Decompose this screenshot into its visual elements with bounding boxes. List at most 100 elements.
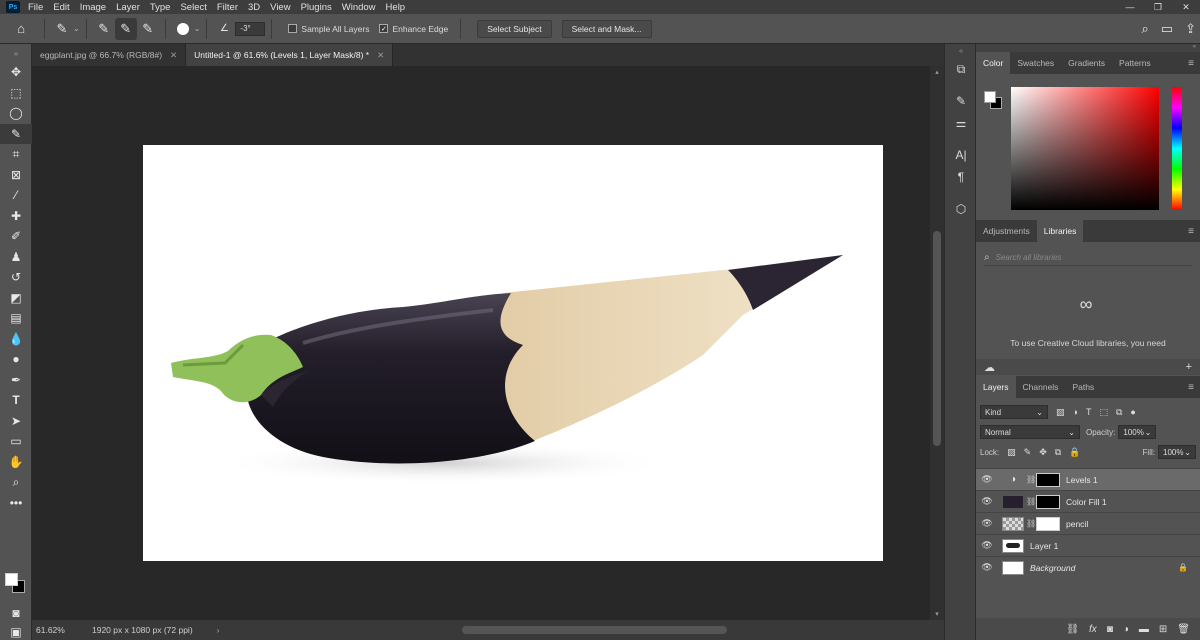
menu-image[interactable]: Image [80, 2, 106, 13]
edit-toolbar-icon[interactable]: ••• [0, 493, 32, 514]
smart-object-filter-icon[interactable]: ⧉ [1116, 407, 1122, 418]
tab-swatches[interactable]: Swatches [1010, 52, 1061, 74]
panel-menu-icon[interactable]: ≡ [1188, 220, 1200, 242]
3d-panel-icon[interactable]: ⬡ [945, 198, 977, 220]
sample-all-layers-checkbox[interactable]: Sample All Layers [288, 24, 369, 34]
lock-image-icon[interactable]: ✎ [1024, 447, 1032, 458]
vertical-scroll-thumb[interactable] [933, 231, 941, 446]
link-layers-icon[interactable]: ⛓ [1066, 624, 1079, 635]
eye-icon[interactable]: 👁 [976, 518, 998, 529]
chevron-right-icon[interactable]: › [217, 625, 220, 635]
tab-paths[interactable]: Paths [1065, 376, 1101, 398]
eye-icon[interactable]: 👁 [976, 496, 998, 507]
add-to-selection-icon[interactable]: ✎ [114, 17, 137, 40]
layer-mask-thumb[interactable] [1036, 494, 1060, 509]
new-adjustment-layer-icon[interactable]: ◑ [1123, 624, 1129, 635]
chevron-down-icon[interactable]: ⌄ [73, 24, 80, 33]
restore-icon[interactable]: ❐ [1144, 0, 1172, 14]
kind-filter-select[interactable]: Kind ⌄ [980, 405, 1048, 419]
layer-mask-thumb[interactable] [1036, 516, 1060, 531]
crop-tool-icon[interactable]: ⌗ [0, 144, 32, 165]
lock-transparent-icon[interactable]: ▨ [1007, 447, 1016, 458]
blend-mode-select[interactable]: Normal ⌄ [980, 425, 1080, 439]
vertical-scrollbar[interactable]: ▴ ▾ [930, 66, 944, 620]
lock-artboard-icon[interactable]: ⧉ [1055, 447, 1061, 458]
type-filter-icon[interactable]: T [1086, 407, 1092, 417]
add-mask-icon[interactable]: ◙ [1107, 624, 1113, 635]
filter-toggle-icon[interactable]: ● [1130, 407, 1135, 417]
close-icon[interactable]: ✕ [377, 50, 384, 61]
angle-input[interactable]: -3° [235, 21, 266, 36]
search-icon[interactable]: ⌕ [1142, 21, 1149, 37]
share-icon[interactable]: ⇪ [1185, 21, 1196, 37]
enhance-edge-checkbox[interactable]: ✓ Enhance Edge [379, 24, 448, 34]
new-layer-icon[interactable]: ⊞ [1159, 624, 1167, 635]
delete-layer-icon[interactable]: 🗑 [1177, 624, 1190, 635]
quick-select-preset-icon[interactable]: ✎ [51, 18, 73, 40]
character-panel-icon[interactable]: A| [945, 144, 977, 166]
workspace-icon[interactable]: ▭ [1161, 21, 1173, 37]
menu-plugins[interactable]: Plugins [301, 2, 332, 13]
hand-tool-icon[interactable]: ✋ [0, 452, 32, 473]
layer-row-pencil[interactable]: 👁 ⛓ pencil [976, 512, 1200, 534]
foreground-color-swatch[interactable] [5, 573, 18, 586]
opacity-input[interactable]: 100% ⌄ [1118, 425, 1157, 439]
shape-filter-icon[interactable]: ⬚ [1099, 407, 1108, 418]
collapse-icon[interactable]: » [0, 44, 32, 62]
tab-libraries[interactable]: Libraries [1036, 220, 1084, 242]
properties-panel-icon[interactable]: ⚌ [945, 112, 977, 134]
lock-position-icon[interactable]: ✥ [1039, 447, 1047, 458]
tab-channels[interactable]: Channels [1016, 376, 1066, 398]
tab-adjustments[interactable]: Adjustments [976, 220, 1037, 242]
lock-icon[interactable]: 🔒 [1178, 563, 1188, 572]
layer-row-background[interactable]: 👁 Background 🔒 [976, 556, 1200, 578]
dodge-tool-icon[interactable]: ● [0, 349, 32, 370]
brush-size-picker[interactable] [172, 18, 194, 40]
pixel-filter-icon[interactable]: ▨ [1056, 407, 1065, 418]
lock-all-icon[interactable]: 🔒 [1069, 447, 1080, 458]
eraser-tool-icon[interactable]: ◩ [0, 288, 32, 309]
foreground-color-chip[interactable] [984, 91, 996, 103]
pen-tool-icon[interactable]: ✒ [0, 370, 32, 391]
menu-edit[interactable]: Edit [53, 2, 69, 13]
panel-menu-icon[interactable]: ≡ [1188, 376, 1200, 398]
rectangle-tool-icon[interactable]: ▭ [0, 431, 32, 452]
move-tool-icon[interactable]: ✥ [0, 62, 32, 83]
menu-help[interactable]: Help [386, 2, 406, 13]
blur-tool-icon[interactable]: 💧 [0, 329, 32, 350]
close-window-icon[interactable]: ✕ [1172, 0, 1200, 14]
history-panel-icon[interactable]: ⧉ [945, 58, 977, 80]
horizontal-scroll-thumb[interactable] [462, 626, 727, 634]
gradient-tool-icon[interactable]: ▤ [0, 308, 32, 329]
eye-icon[interactable]: 👁 [976, 562, 998, 573]
quick-selection-tool-icon[interactable]: ✎ [0, 123, 32, 144]
library-search-field[interactable]: ⌕ Search all libraries [984, 250, 1192, 266]
tab-untitled-1[interactable]: Untitled-1 @ 61.6% (Levels 1, Layer Mask… [186, 44, 394, 66]
menu-filter[interactable]: Filter [217, 2, 238, 13]
link-icon[interactable]: ⛓ [1026, 519, 1036, 528]
collapse-icon[interactable]: « [976, 44, 1200, 52]
scroll-up-icon[interactable]: ▴ [930, 68, 944, 76]
marquee-tool-icon[interactable]: ⬚ [0, 83, 32, 104]
quick-mask-icon[interactable]: ◙ [0, 605, 32, 621]
zoom-level[interactable]: 61.62% [36, 625, 92, 635]
minimize-icon[interactable]: — [1116, 0, 1144, 14]
menu-select[interactable]: Select [180, 2, 206, 13]
tab-layers[interactable]: Layers [976, 376, 1016, 398]
brush-settings-icon[interactable]: ✎ [945, 90, 977, 112]
healing-brush-tool-icon[interactable]: ✚ [0, 206, 32, 227]
layer-row-color-fill-1[interactable]: 👁 ⛓ Color Fill 1 [976, 490, 1200, 512]
type-tool-icon[interactable]: T [0, 390, 32, 411]
history-brush-tool-icon[interactable]: ↺ [0, 267, 32, 288]
new-group-icon[interactable]: ▬ [1139, 624, 1149, 635]
canvas-workspace[interactable] [32, 66, 930, 620]
tab-eggplant[interactable]: eggplant.jpg @ 66.7% (RGB/8#) ✕ [32, 44, 187, 66]
select-and-mask-button[interactable]: Select and Mask... [561, 19, 652, 38]
link-icon[interactable]: ⛓ [1026, 497, 1036, 506]
eyedropper-tool-icon[interactable]: ⁄ [0, 185, 32, 206]
paragraph-panel-icon[interactable]: ¶ [945, 166, 977, 188]
scroll-down-icon[interactable]: ▾ [930, 610, 944, 618]
brush-tool-icon[interactable]: ✐ [0, 226, 32, 247]
tab-gradients[interactable]: Gradients [1061, 52, 1112, 74]
menu-layer[interactable]: Layer [116, 2, 140, 13]
